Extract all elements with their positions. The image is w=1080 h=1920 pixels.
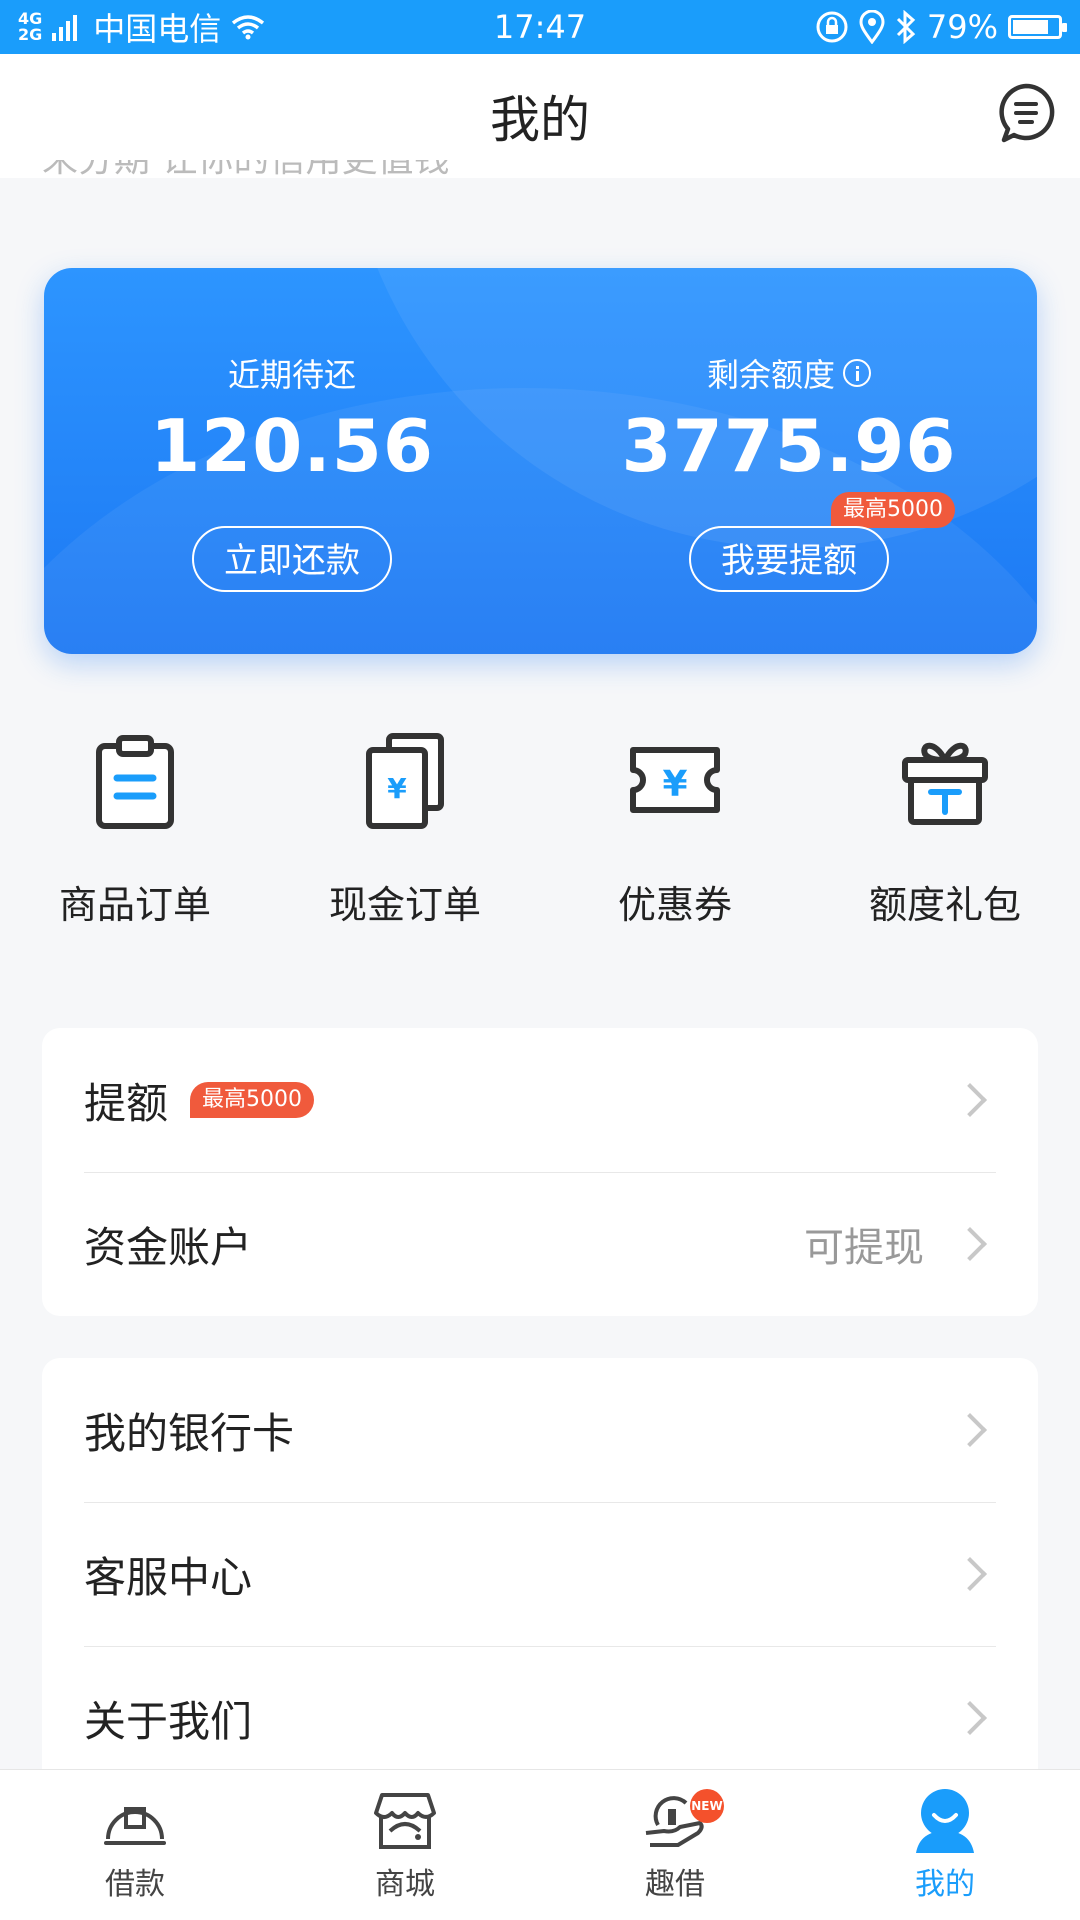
message-icon[interactable] (996, 82, 1056, 146)
loan-icon (104, 1807, 166, 1845)
menu-label: 资金账户 (84, 1222, 253, 1272)
chevron-right-icon (953, 1413, 987, 1447)
store-icon (374, 1793, 436, 1849)
limit-section: 剩余额度 3775.96 最高5000 我要提额 (541, 268, 1037, 654)
quick-label: 现金订单 (328, 883, 481, 927)
info-icon[interactable] (843, 359, 871, 387)
bluetooth-icon (896, 10, 916, 44)
due-label-text: 近期待还 (227, 356, 356, 394)
nav-label: 我的 (915, 1867, 975, 1902)
nav-label: 商城 (375, 1867, 435, 1902)
chevron-right-icon (953, 1227, 987, 1261)
menu-group-account: 提额 最高5000 资金账户 可提现 (42, 1028, 1038, 1316)
menu-label: 提额 (84, 1078, 169, 1128)
raise-badge: 最高5000 (831, 492, 955, 528)
carrier-name: 中国电信 (93, 10, 222, 48)
chevron-right-icon (953, 1083, 987, 1117)
clipboard-icon (96, 735, 174, 829)
slogan-label: 来分期 让你的信用更值钱 (42, 160, 449, 180)
battery-icon (1008, 15, 1067, 39)
quick-actions: 商品订单 ¥ 现金订单 ¥ 优惠券 额度礼包 (0, 730, 1080, 960)
new-badge: NEW (690, 1789, 724, 1823)
svg-text:¥: ¥ (662, 764, 687, 805)
quick-label: 商品订单 (58, 883, 211, 927)
nav-item-profile[interactable]: 我的 (810, 1787, 1080, 1903)
quick-label: 优惠券 (617, 883, 732, 927)
status-left: 4G 2G 中国电信 (18, 4, 265, 50)
signal-icon (52, 13, 78, 41)
quick-item-gift-pack[interactable]: 额度礼包 (810, 730, 1080, 960)
menu-item-bank-card[interactable]: 我的银行卡 (42, 1358, 1038, 1502)
network-bottom: 2G (18, 25, 43, 44)
status-right: 79% (815, 8, 1067, 46)
menu-label: 客服中心 (84, 1552, 253, 1602)
chevron-right-icon (953, 1701, 987, 1735)
credit-card: 近期待还 120.56 立即还款 剩余额度 3775.96 最高5000 我要提… (44, 268, 1037, 654)
due-value: 120.56 (150, 404, 434, 488)
wifi-icon (232, 15, 265, 40)
menu-label: 关于我们 (84, 1696, 253, 1746)
slogan-text: 来分期 让你的信用更值钱 (42, 160, 449, 196)
nav-item-qujie[interactable]: NEW 趣借 (540, 1787, 810, 1903)
menu-group-service: 我的银行卡 客服中心 关于我们 (42, 1358, 1038, 1790)
menu-value: 可提现 (804, 1225, 924, 1271)
menu-label: 我的银行卡 (84, 1408, 295, 1458)
raise-limit-button[interactable]: 我要提额 (689, 526, 889, 592)
status-bar: 4G 2G 中国电信 17:47 79% (0, 0, 1080, 54)
quick-item-product-orders[interactable]: 商品订单 (0, 730, 270, 960)
gift-icon (902, 742, 988, 825)
quick-label: 额度礼包 (868, 883, 1021, 927)
quick-item-coupons[interactable]: ¥ 优惠券 (540, 730, 810, 960)
svg-text:¥: ¥ (387, 772, 407, 805)
menu-badge: 最高5000 (190, 1082, 315, 1118)
limit-label-text: 剩余额度 (706, 356, 835, 394)
nav-label: 借款 (105, 1867, 165, 1902)
due-section: 近期待还 120.56 立即还款 (44, 268, 540, 654)
nav-item-loan[interactable]: 借款 (0, 1787, 270, 1903)
nav-label: 趣借 (645, 1867, 705, 1902)
quick-item-cash-orders[interactable]: ¥ 现金订单 (270, 730, 540, 960)
menu-item-fund-account[interactable]: 资金账户 可提现 (42, 1172, 1038, 1316)
status-time: 17:47 (493, 8, 587, 46)
chevron-right-icon (953, 1557, 987, 1591)
nav-item-store[interactable]: 商城 (270, 1787, 540, 1903)
repay-button[interactable]: 立即还款 (192, 526, 392, 592)
rotation-lock-icon (816, 11, 848, 43)
cash-docs-icon: ¥ (366, 733, 444, 829)
limit-value: 3775.96 (621, 404, 957, 488)
menu-item-raise-limit[interactable]: 提额 最高5000 (42, 1028, 1038, 1172)
battery-percent: 79% (926, 8, 998, 46)
page-title: 我的 (490, 91, 590, 149)
network-type: 4G 2G (18, 11, 42, 43)
location-icon (859, 10, 885, 44)
bottom-nav: 借款 商城 NEW 趣借 我的 (0, 1769, 1080, 1920)
limit-label: 剩余额度 (541, 350, 1037, 396)
menu-item-customer-service[interactable]: 客服中心 (42, 1502, 1038, 1646)
profile-icon (916, 1789, 974, 1853)
due-label: 近期待还 (44, 350, 540, 396)
coupon-icon: ¥ (630, 747, 720, 813)
